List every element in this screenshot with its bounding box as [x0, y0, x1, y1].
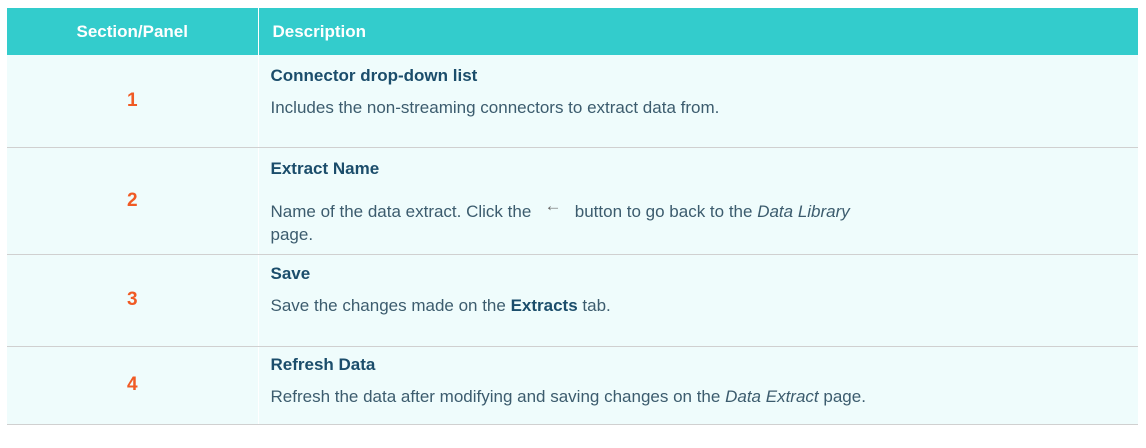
row-description: Save Save the changes made on the Extrac… [258, 254, 1138, 347]
row-description: Connector drop-down list Includes the no… [258, 55, 1138, 148]
text-segment: Refresh the data after modifying and sav… [270, 386, 721, 406]
row-title: Connector drop-down list [270, 66, 478, 85]
row-text: Save the changes made on the Extracts ta… [271, 294, 1129, 317]
table-row: 3 Save Save the changes made on the Extr… [7, 254, 1138, 347]
row-text: Refresh the data after modifying and sav… [271, 385, 1129, 408]
row-description: Extract Name Name of the data extract. C… [258, 147, 1138, 255]
row-description: Refresh Data Refresh the data after modi… [258, 346, 1138, 425]
header-description: Description [258, 8, 1139, 55]
text-segment: Name of the data extract. Click the [270, 201, 532, 221]
row-text: Name of the data extract. Click the ← bu… [271, 194, 1129, 246]
text-bold: Extracts [510, 295, 578, 315]
row-number: 3 [7, 254, 259, 347]
text-segment: tab. [582, 295, 611, 315]
row-number: 4 [7, 346, 259, 425]
text-segment: button to go back to the [574, 201, 753, 221]
row-number: 1 [7, 55, 259, 148]
sections-table: Section/Panel Description 1 Connector dr… [7, 8, 1139, 425]
row-title: Refresh Data [270, 354, 376, 374]
text-segment: Save the changes made on the [270, 295, 506, 315]
text-segment: page. [823, 386, 866, 406]
row-title: Extract Name [270, 158, 380, 178]
text-italic: Data Library [757, 201, 850, 221]
row-number: 2 [7, 147, 259, 255]
row-text: Includes the non-streaming connectors to… [270, 98, 720, 117]
table-header-row: Section/Panel Description [7, 8, 1139, 55]
text-segment: page. [270, 224, 314, 244]
table-row: 2 Extract Name Name of the data extract.… [7, 147, 1138, 255]
header-section-panel: Section/Panel [7, 8, 259, 55]
text-italic: Data Extract [725, 386, 819, 406]
back-arrow-icon: ← [544, 195, 562, 215]
table-row: 4 Refresh Data Refresh the data after mo… [7, 346, 1138, 425]
table-row: 1 Connector drop-down list Includes the … [7, 55, 1138, 148]
row-title: Save [270, 263, 311, 283]
